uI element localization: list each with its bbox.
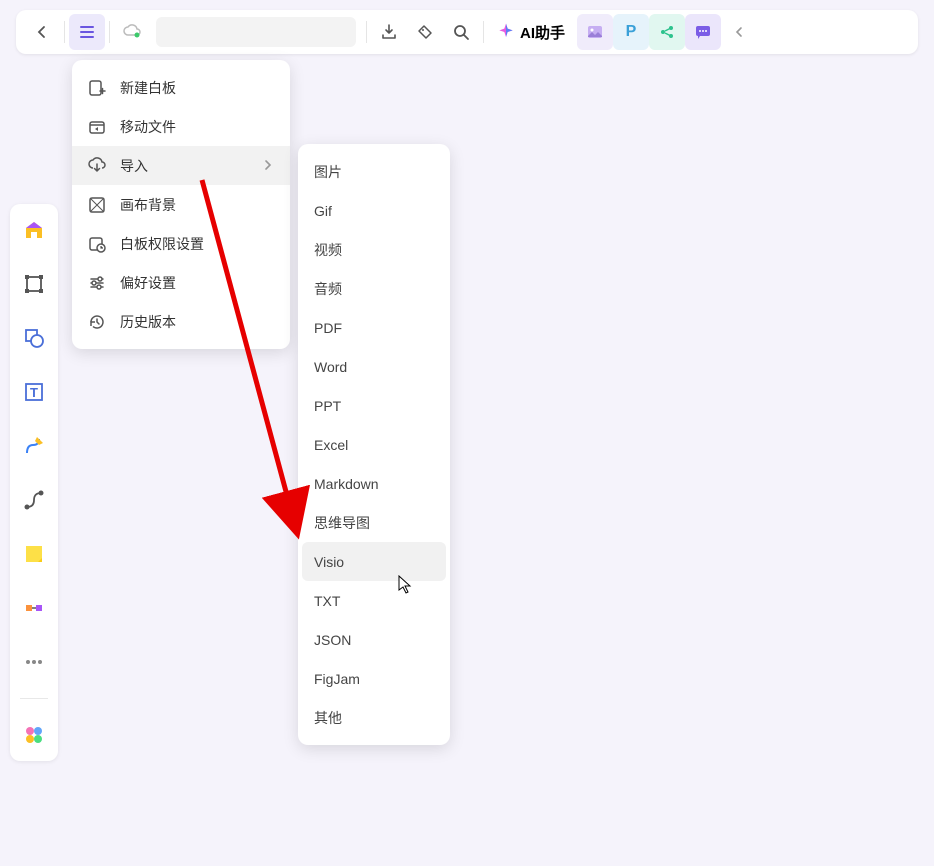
cloud-sync-button[interactable]	[114, 14, 150, 50]
connector-tool[interactable]	[16, 482, 52, 518]
submenu-item-excel[interactable]: Excel	[302, 425, 446, 464]
image-tool-button[interactable]	[577, 14, 613, 50]
back-button[interactable]	[24, 14, 60, 50]
pen-tool[interactable]	[16, 428, 52, 464]
submenu-item-figjam[interactable]: FigJam	[302, 659, 446, 698]
preferences-icon	[88, 274, 106, 292]
menu-label: 新建白板	[120, 78, 176, 98]
menu-item-move-file[interactable]: 移动文件	[72, 107, 290, 146]
download-button[interactable]	[371, 14, 407, 50]
import-submenu: 图片 Gif 视频 音频 PDF Word PPT Excel Markdown…	[298, 144, 450, 745]
submenu-item-pdf[interactable]: PDF	[302, 308, 446, 347]
menu-item-preferences[interactable]: 偏好设置	[72, 263, 290, 302]
menu-item-history[interactable]: 历史版本	[72, 302, 290, 341]
menu-label: 移动文件	[120, 117, 176, 137]
submenu-item-other[interactable]: 其他	[302, 698, 446, 737]
submenu-item-image[interactable]: 图片	[302, 152, 446, 191]
submenu-item-json[interactable]: JSON	[302, 620, 446, 659]
apps-button[interactable]	[16, 717, 52, 753]
shape-tool[interactable]	[16, 320, 52, 356]
menu-label: 导入	[120, 156, 148, 176]
share-tool-button[interactable]	[649, 14, 685, 50]
home-tool[interactable]	[16, 212, 52, 248]
title-input[interactable]	[156, 17, 356, 47]
menu-label: 偏好设置	[120, 273, 176, 293]
ai-assistant-button[interactable]: AI助手	[488, 22, 573, 43]
divider	[483, 21, 484, 43]
submenu-item-ppt[interactable]: PPT	[302, 386, 446, 425]
sticky-note-tool[interactable]	[16, 536, 52, 572]
divider	[64, 21, 65, 43]
svg-text:T: T	[30, 385, 38, 400]
menu-item-import[interactable]: 导入	[72, 146, 290, 185]
menu-label: 白板权限设置	[120, 234, 204, 254]
collapse-button[interactable]	[721, 14, 757, 50]
divider	[20, 698, 48, 699]
p-tool-button[interactable]: P	[613, 14, 649, 50]
search-button[interactable]	[443, 14, 479, 50]
import-icon	[88, 157, 106, 175]
menu-button[interactable]	[69, 14, 105, 50]
menu-item-canvas-bg[interactable]: 画布背景	[72, 185, 290, 224]
top-toolbar: AI助手 P	[16, 10, 918, 54]
submenu-item-markdown[interactable]: Markdown	[302, 464, 446, 503]
ai-sparkle-icon	[496, 22, 516, 42]
divider	[109, 21, 110, 43]
submenu-item-word[interactable]: Word	[302, 347, 446, 386]
submenu-item-gif[interactable]: Gif	[302, 191, 446, 230]
submenu-item-audio[interactable]: 音频	[302, 269, 446, 308]
chat-tool-button[interactable]	[685, 14, 721, 50]
permissions-icon	[88, 235, 106, 253]
submenu-item-video[interactable]: 视频	[302, 230, 446, 269]
text-tool[interactable]: T	[16, 374, 52, 410]
submenu-item-txt[interactable]: TXT	[302, 581, 446, 620]
tag-button[interactable]	[407, 14, 443, 50]
new-board-icon	[88, 79, 106, 97]
ai-assistant-label: AI助手	[520, 22, 565, 43]
menu-item-permissions[interactable]: 白板权限设置	[72, 224, 290, 263]
submenu-item-mindmap[interactable]: 思维导图	[302, 503, 446, 542]
frame-tool[interactable]	[16, 266, 52, 302]
menu-label: 历史版本	[120, 312, 176, 332]
history-icon	[88, 313, 106, 331]
menu-label: 画布背景	[120, 195, 176, 215]
highlighter-tool[interactable]	[16, 590, 52, 626]
canvas-bg-icon	[88, 196, 106, 214]
main-menu-dropdown: 新建白板 移动文件 导入 画布背景 白板权限设置 偏好设置	[72, 60, 290, 349]
chevron-right-icon	[262, 158, 274, 174]
move-file-icon	[88, 118, 106, 136]
more-tools[interactable]	[16, 644, 52, 680]
divider	[366, 21, 367, 43]
menu-item-new-board[interactable]: 新建白板	[72, 68, 290, 107]
left-sidebar: T	[10, 204, 58, 761]
submenu-item-visio[interactable]: Visio	[302, 542, 446, 581]
